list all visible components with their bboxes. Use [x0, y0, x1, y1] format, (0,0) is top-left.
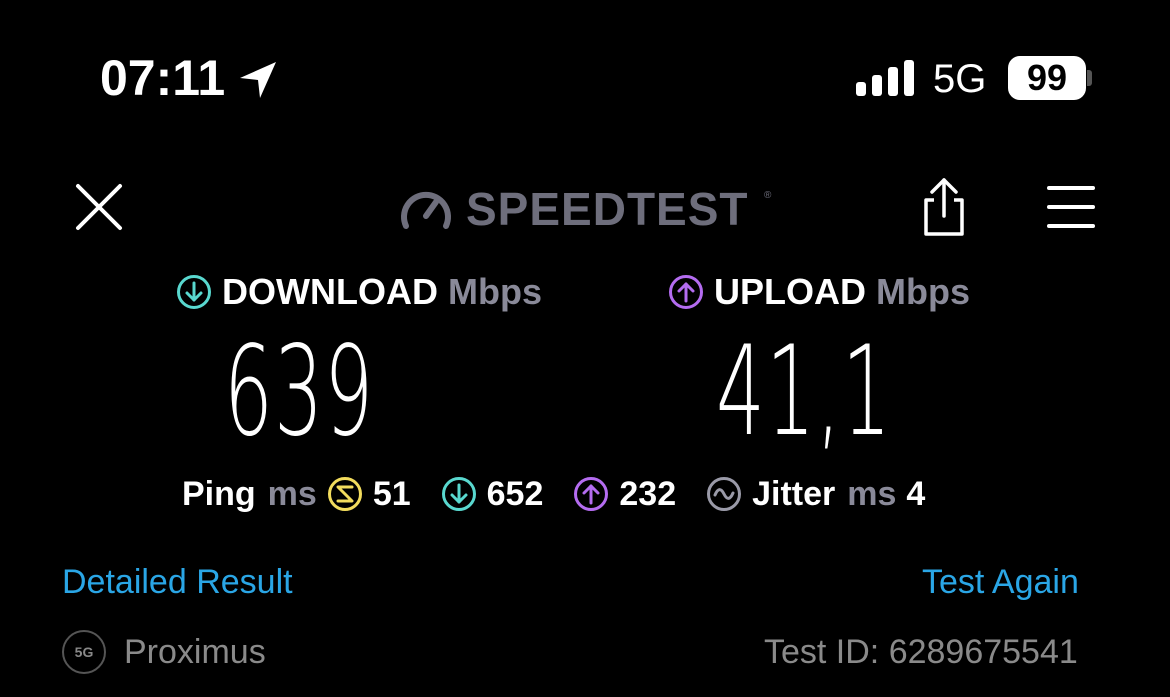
- ping-idle-value: 51: [372, 475, 411, 513]
- provider-name: Proximus: [124, 633, 266, 671]
- ping-label: Ping: [182, 475, 256, 513]
- battery-tip: [1087, 70, 1092, 86]
- upload-header: UPLOAD Mbps: [668, 270, 970, 314]
- download-header: DOWNLOAD Mbps: [176, 270, 542, 314]
- upload-unit: Mbps: [876, 271, 970, 312]
- network-badge: 5G: [62, 630, 106, 674]
- ping-row: Ping ms 51 652 232 Jitter ms 4: [182, 472, 925, 516]
- brand-registered-mark: ®: [764, 190, 772, 201]
- upload-label: UPLOAD: [714, 271, 866, 312]
- ping-idle-icon: [327, 477, 362, 511]
- share-icon[interactable]: [918, 176, 970, 238]
- close-icon[interactable]: [72, 180, 126, 234]
- download-unit: Mbps: [447, 271, 542, 312]
- upload-icon: [669, 275, 703, 309]
- download-icon: [177, 275, 211, 309]
- detailed-result-link[interactable]: Detailed Result: [62, 560, 293, 604]
- ping-download-value: 652: [486, 475, 544, 513]
- ping-unit: ms: [267, 475, 317, 513]
- upload-value: 41,1: [716, 320, 893, 464]
- jitter-icon: [707, 477, 742, 511]
- jitter-unit: ms: [847, 475, 897, 513]
- test-id: Test ID: 6289675541: [764, 633, 1078, 671]
- jitter-label: Jitter: [752, 475, 836, 513]
- signal-bars-icon: [856, 60, 914, 96]
- status-time: 07:11: [100, 50, 226, 106]
- download-label: DOWNLOAD: [222, 271, 438, 312]
- brand-name: SPEEDTEST: [466, 183, 749, 235]
- battery-indicator: 99: [1008, 56, 1086, 100]
- jitter-value: 4: [906, 475, 926, 513]
- ping-download-icon: [441, 477, 476, 511]
- location-arrow-icon: [240, 62, 276, 98]
- speedometer-icon: [401, 191, 451, 229]
- download-value: 639: [224, 320, 375, 464]
- network-type: 5G: [933, 57, 987, 101]
- test-again-link[interactable]: Test Again: [922, 560, 1079, 604]
- menu-icon[interactable]: [1046, 184, 1096, 230]
- ping-upload-value: 232: [619, 475, 677, 513]
- ping-upload-icon: [574, 477, 609, 511]
